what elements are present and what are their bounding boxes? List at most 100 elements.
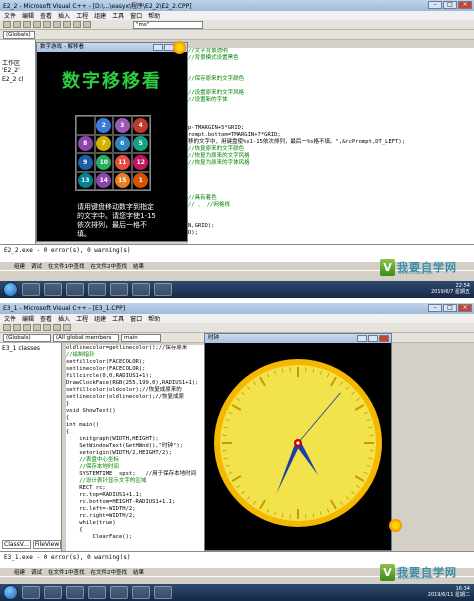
project-label-2[interactable]: E3_1 classes <box>0 343 61 354</box>
output-tab[interactable]: 在文件2中查找 <box>91 568 128 576</box>
system-clock[interactable]: 22:54 2019/6/7 星期五 <box>431 283 470 295</box>
project-label[interactable]: E2_2 cl <box>0 74 35 85</box>
taskbar-app-2-1[interactable] <box>22 586 40 599</box>
menu-item[interactable]: 组建 <box>94 314 106 323</box>
save-all-icon[interactable] <box>33 21 41 28</box>
menu-item[interactable]: 查看 <box>40 314 52 323</box>
output-tab[interactable]: 结果 <box>133 262 144 270</box>
redo-icon[interactable] <box>83 21 91 28</box>
menu-item[interactable]: 工具 <box>112 314 124 323</box>
save-all-icon-2[interactable] <box>33 324 41 331</box>
board-cell[interactable]: 1 <box>131 171 150 190</box>
menu-item[interactable]: 工具 <box>112 11 124 20</box>
output-tab[interactable]: 组建 <box>14 262 25 270</box>
open-icon[interactable] <box>13 21 21 28</box>
board-cell[interactable]: 8 <box>76 134 95 153</box>
board-cell[interactable]: 11 <box>113 153 132 172</box>
taskbar-app-2-2[interactable] <box>44 586 62 599</box>
board-cell[interactable]: 10 <box>94 153 113 172</box>
output-tab[interactable]: 结果 <box>133 568 144 576</box>
menu-item[interactable]: 组建 <box>94 11 106 20</box>
globals-combo[interactable]: (Globals) <box>3 30 35 39</box>
puzzle-board[interactable]: 2 3 4 8 7 6 5 9 10 11 12 13 14 15 1 <box>75 115 151 191</box>
paste-icon-2[interactable] <box>63 324 71 331</box>
maximize-button[interactable]: □ <box>443 1 457 9</box>
output-tab[interactable]: 组建 <box>14 568 25 576</box>
taskbar-app-2-4[interactable] <box>88 586 106 599</box>
undo-icon[interactable] <box>73 21 81 28</box>
workspace-label[interactable]: 工作区 'E2_2' <box>0 40 35 74</box>
menu-item[interactable]: 工程 <box>76 314 88 323</box>
taskbar-app-2-3[interactable] <box>66 586 84 599</box>
copy-icon[interactable] <box>53 21 61 28</box>
menu-item[interactable]: 查看 <box>40 11 52 20</box>
output-tab[interactable]: 调试 <box>31 568 42 576</box>
board-cell[interactable]: 12 <box>131 153 150 172</box>
board-cell[interactable] <box>76 116 95 135</box>
new-file-icon[interactable] <box>3 21 11 28</box>
taskbar-app-2[interactable] <box>44 283 62 296</box>
copy-icon-2[interactable] <box>53 324 61 331</box>
code-editor[interactable]: //文字背景透明//背景模式设置黑色 //保存原来的文字颜色 //设置原来的文字… <box>188 48 474 244</box>
board-cell[interactable]: 15 <box>113 171 132 190</box>
output-tab[interactable]: 在文件1中查找 <box>48 568 85 576</box>
menu-item[interactable]: 文件 <box>4 11 16 20</box>
board-cell[interactable]: 5 <box>131 134 150 153</box>
maximize-button-2[interactable]: □ <box>443 304 457 312</box>
taskbar-app-6[interactable] <box>132 283 150 296</box>
open-icon-2[interactable] <box>13 324 21 331</box>
new-file-icon-2[interactable] <box>3 324 11 331</box>
game-minimize-button[interactable] <box>153 44 163 51</box>
fileview-tab[interactable]: FileView <box>32 540 62 549</box>
save-icon-2[interactable] <box>23 324 31 331</box>
close-button-2[interactable]: × <box>458 304 472 312</box>
globals-combo-2[interactable]: (Globals) <box>3 333 51 342</box>
output-tab[interactable]: 调试 <box>31 262 42 270</box>
cut-icon-2[interactable] <box>43 324 51 331</box>
board-cell[interactable]: 2 <box>94 116 113 135</box>
board-cell[interactable]: 7 <box>94 134 113 153</box>
system-clock-2[interactable]: 16:34 2019/6/11 星期二 <box>428 586 470 598</box>
start-button-2[interactable] <box>3 585 18 600</box>
minimize-button[interactable]: – <box>428 1 442 9</box>
output-tab[interactable]: 在文件1中查找 <box>48 262 85 270</box>
menu-item[interactable]: 编辑 <box>22 11 34 20</box>
menu-item[interactable]: 编辑 <box>22 314 34 323</box>
taskbar-app-2-7[interactable] <box>154 586 172 599</box>
board-cell[interactable]: 9 <box>76 153 95 172</box>
menu-item[interactable]: 窗口 <box>130 11 142 20</box>
taskbar-app-3[interactable] <box>66 283 84 296</box>
output-tab[interactable]: 在文件2中查找 <box>91 262 128 270</box>
clock-minimize-button[interactable] <box>357 335 367 342</box>
menu-item[interactable]: 工程 <box>76 11 88 20</box>
save-icon[interactable] <box>23 21 31 28</box>
classview-tab[interactable]: ClassV... <box>2 540 31 549</box>
board-cell[interactable]: 4 <box>131 116 150 135</box>
menu-item[interactable]: 帮助 <box>148 314 160 323</box>
taskbar-app-7[interactable] <box>154 283 172 296</box>
minimize-button-2[interactable]: – <box>428 304 442 312</box>
taskbar-app-4[interactable] <box>88 283 106 296</box>
board-cell[interactable]: 3 <box>113 116 132 135</box>
cut-icon[interactable] <box>43 21 51 28</box>
code-editor-2[interactable]: oldlinecolor=getlinecolor();//保存原来//绘制指针… <box>66 345 206 551</box>
taskbar-app-2-6[interactable] <box>132 586 150 599</box>
taskbar-app-2-5[interactable] <box>110 586 128 599</box>
board-cell[interactable]: 14 <box>94 171 113 190</box>
start-button[interactable] <box>3 282 18 297</box>
clock-close-button[interactable] <box>379 335 389 342</box>
paste-icon[interactable] <box>63 21 71 28</box>
taskbar-app-5[interactable] <box>110 283 128 296</box>
board-cell[interactable]: 13 <box>76 171 95 190</box>
members-combo[interactable]: (All global members <box>53 333 119 342</box>
menu-item[interactable]: 文件 <box>4 314 16 323</box>
menu-item[interactable]: 插入 <box>58 314 70 323</box>
menu-item[interactable]: 帮助 <box>148 11 160 20</box>
taskbar-app-1[interactable] <box>22 283 40 296</box>
board-cell[interactable]: 6 <box>113 134 132 153</box>
clock-maximize-button[interactable] <box>368 335 378 342</box>
close-button[interactable]: × <box>458 1 472 9</box>
menu-item[interactable]: 窗口 <box>130 314 142 323</box>
function-combo[interactable]: main <box>121 333 161 342</box>
find-combo[interactable]: "ms" <box>133 20 203 29</box>
